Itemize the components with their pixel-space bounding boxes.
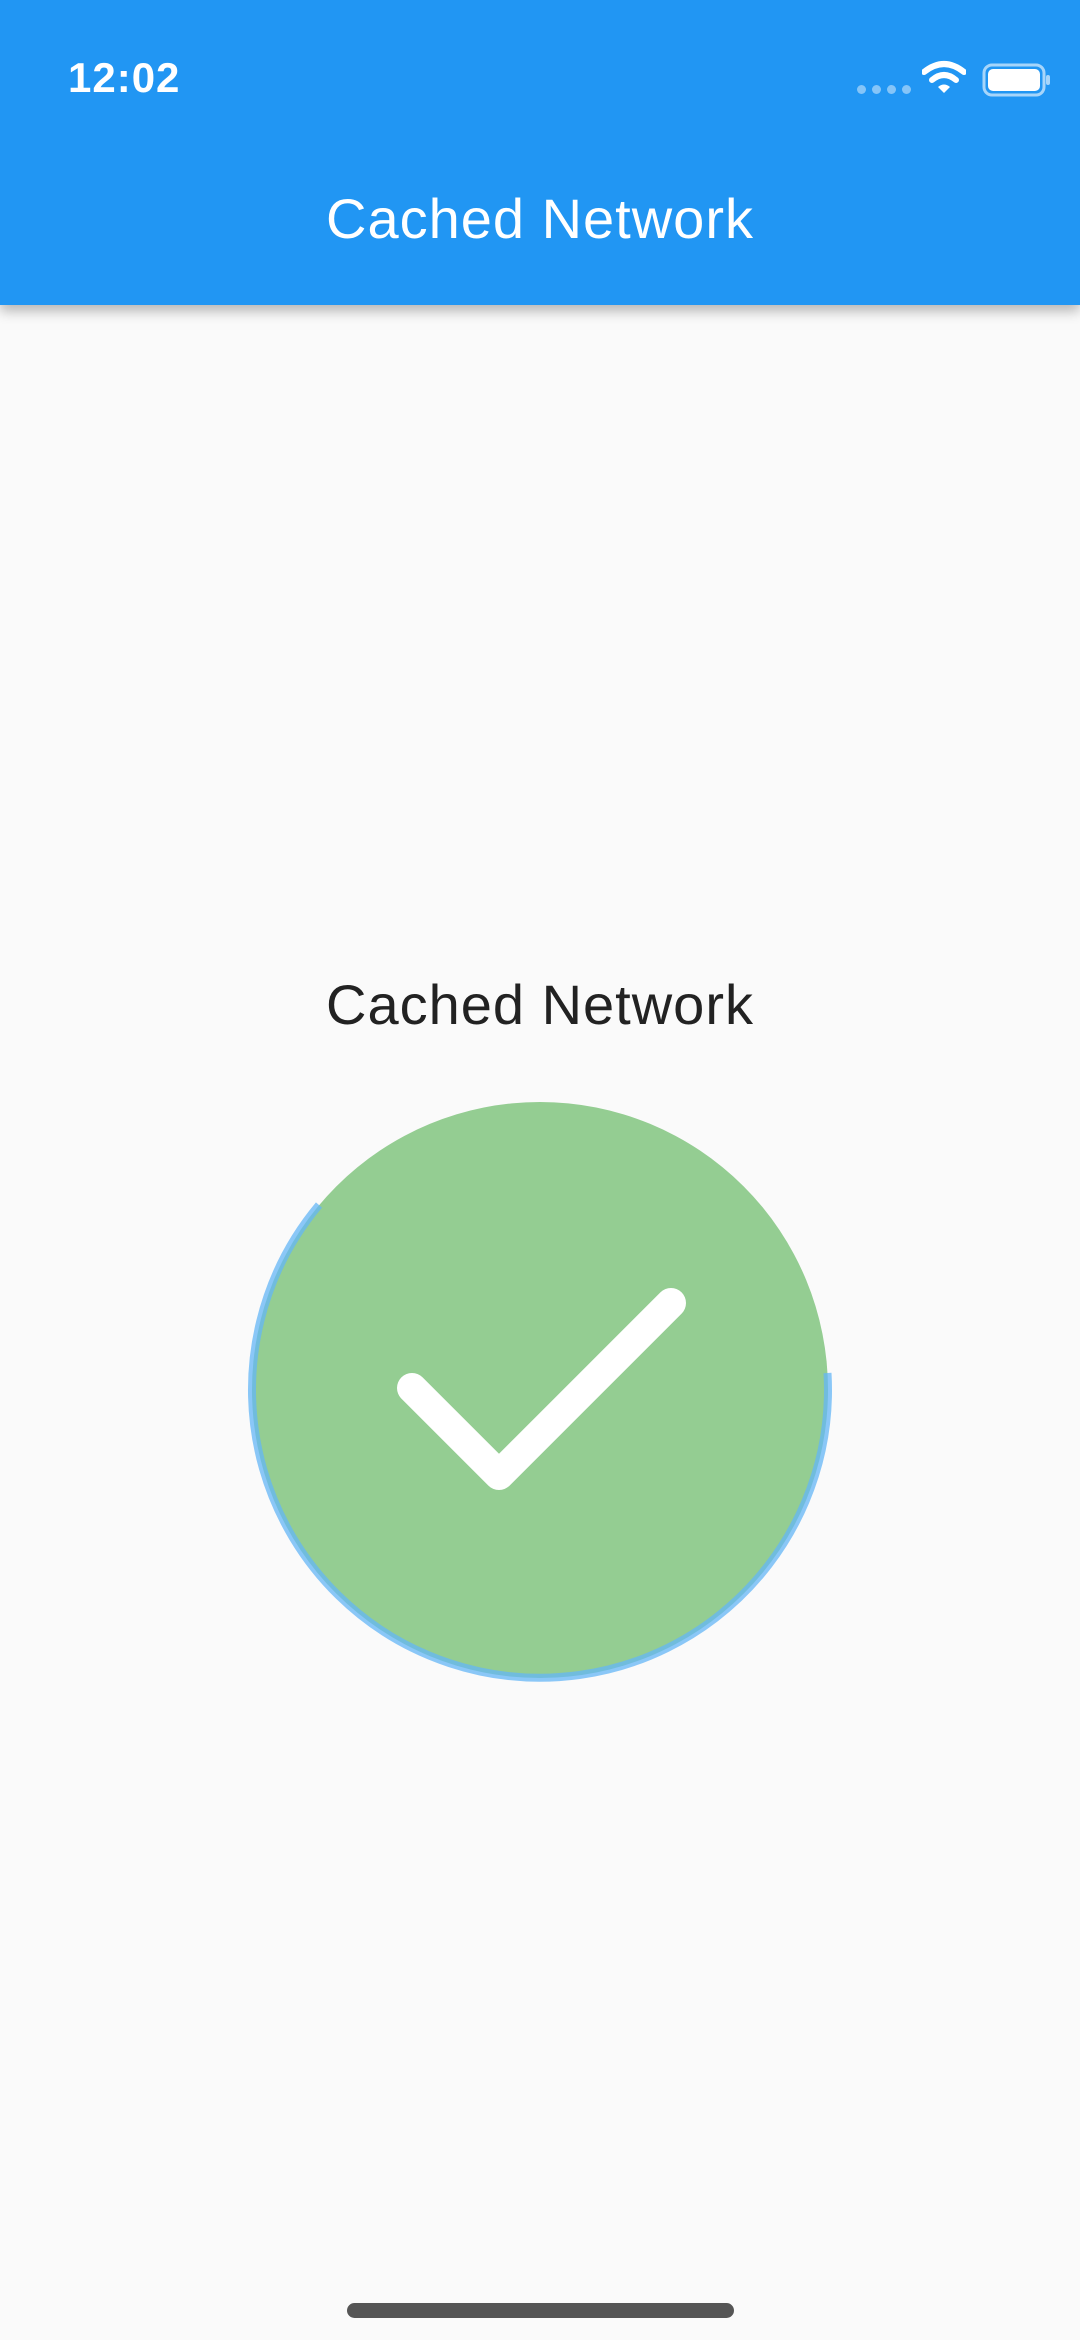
status-bar-time: 12:02 — [68, 54, 181, 101]
content-title: Cached Network — [326, 973, 754, 1036]
wifi-icon — [922, 61, 966, 93]
battery-icon — [982, 63, 1050, 97]
cellular-signal-icon — [857, 85, 911, 94]
app-bar-title: Cached Network — [326, 187, 754, 250]
success-status-indicator — [248, 1102, 832, 1682]
app-bar: 12:02 Cached Network — [0, 0, 1080, 305]
home-indicator[interactable] — [347, 2303, 734, 2318]
